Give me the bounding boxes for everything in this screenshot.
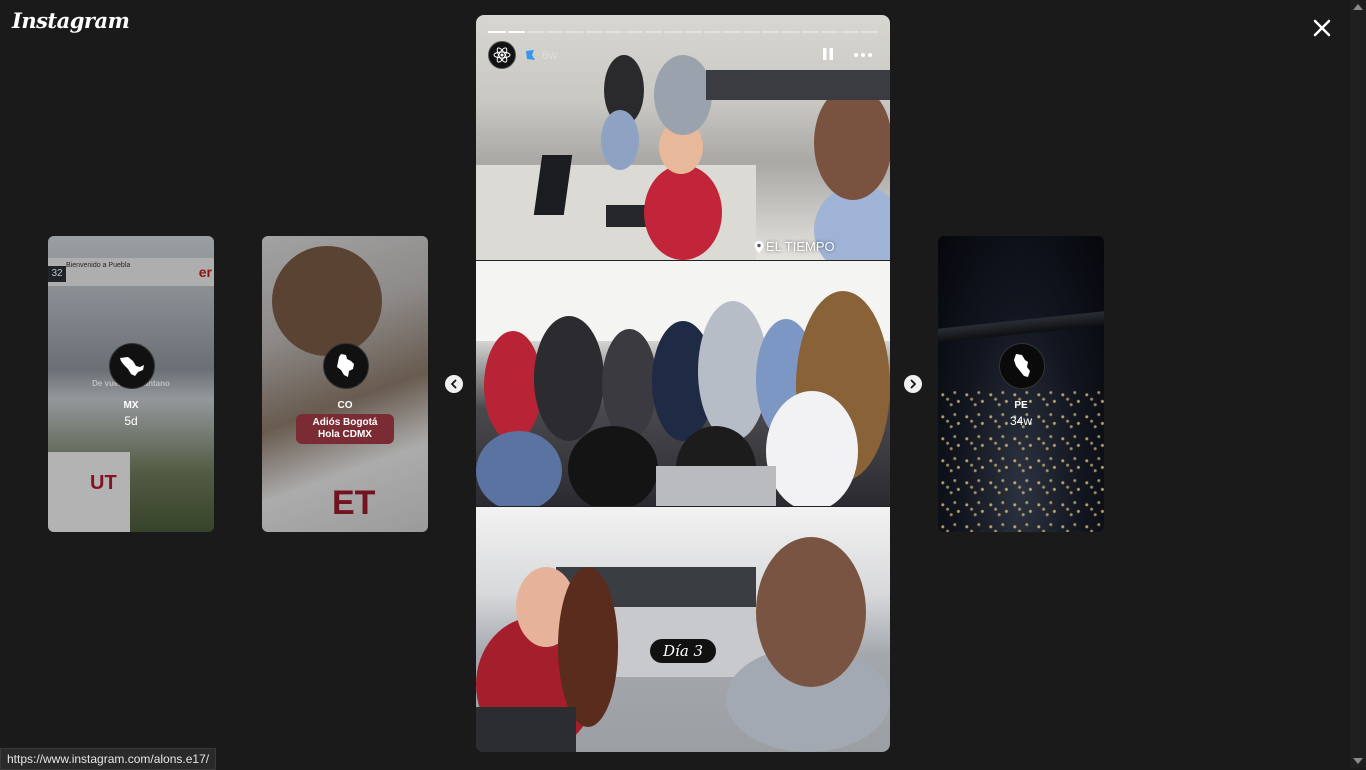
progress-segment	[488, 31, 506, 33]
close-button[interactable]	[1306, 12, 1338, 44]
selfie-face	[814, 85, 890, 200]
hair	[558, 567, 618, 727]
link-status-url: https://www.instagram.com/alons.e17/	[0, 748, 217, 770]
person	[568, 426, 658, 506]
progress-segment	[644, 31, 663, 33]
verified-badge	[524, 48, 536, 66]
person	[644, 165, 722, 260]
progress-segment	[762, 31, 780, 33]
preview-username: MX	[123, 400, 139, 411]
progress-segment	[723, 31, 741, 33]
laptop	[656, 466, 776, 506]
avatar	[323, 343, 369, 389]
location-pin-icon	[754, 240, 764, 253]
progress-segment	[507, 31, 526, 33]
more-icon	[868, 53, 872, 57]
laptop	[476, 707, 576, 752]
story-header: 6w	[488, 41, 878, 69]
mexico-map-icon	[120, 357, 144, 376]
airplane-wing	[938, 311, 1104, 343]
avatar	[109, 343, 155, 389]
verified-icon	[526, 50, 535, 60]
progress-segment	[625, 31, 643, 33]
progress-segment	[605, 31, 624, 33]
story-preview-pe[interactable]: PE 34w	[938, 236, 1104, 532]
more-icon	[854, 53, 858, 57]
story-progress-bar	[488, 31, 878, 33]
scroll-up-arrow[interactable]	[1353, 4, 1363, 10]
pause-button[interactable]	[822, 47, 834, 66]
progress-segment	[821, 31, 839, 33]
person	[534, 316, 604, 441]
progress-segment	[683, 31, 702, 33]
peru-map-icon	[1014, 354, 1030, 377]
preview-age: 34w	[1009, 414, 1032, 428]
monitors-row	[706, 70, 890, 100]
progress-segment	[585, 31, 604, 33]
story-preview-mx[interactable]: Bienvenido a Puebla 32 er De vuelta al p…	[48, 236, 214, 532]
active-story[interactable]: 6w EL TIEMPO Día 3	[476, 15, 890, 752]
next-story-button[interactable]	[904, 375, 922, 393]
progress-segment	[546, 31, 565, 33]
location-sticker[interactable]: EL TIEMPO	[754, 239, 835, 254]
progress-segment	[527, 31, 545, 33]
page-scrollbar[interactable]	[1350, 0, 1366, 768]
colombia-map-icon	[337, 354, 354, 377]
person	[766, 391, 858, 506]
story-author-avatar[interactable]	[488, 41, 516, 69]
more-icon	[861, 53, 865, 57]
person	[601, 110, 639, 170]
selfie-face	[756, 537, 866, 687]
sticker-line-2: Hola CDMX	[318, 429, 372, 440]
location-name: EL TIEMPO	[766, 239, 835, 254]
progress-segment	[742, 31, 761, 33]
progress-segment	[860, 31, 878, 33]
story-preview-co[interactable]: ET CO 6d Adiós Bogotá Hola CDMX	[262, 236, 428, 532]
atom-icon	[493, 47, 511, 63]
progress-segment	[664, 31, 682, 33]
person	[476, 431, 562, 506]
preview-username: PE	[1014, 400, 1028, 411]
progress-segment	[781, 31, 800, 33]
person	[602, 329, 657, 439]
progress-segment	[566, 31, 584, 33]
progress-segment	[703, 31, 722, 33]
story-photo-2	[476, 261, 890, 506]
avatar	[999, 343, 1045, 389]
chevron-left-icon	[451, 379, 457, 389]
chevron-right-icon	[910, 379, 916, 389]
caption-sticker: Adiós Bogotá Hola CDMX	[296, 414, 394, 444]
day-sticker: Día 3	[650, 639, 717, 663]
sticker-line-1: Adiós Bogotá	[312, 417, 378, 428]
progress-segment	[801, 31, 820, 33]
pause-icon	[823, 48, 833, 60]
close-icon	[1313, 19, 1331, 37]
preview-username: CO	[337, 400, 353, 411]
more-options-button[interactable]	[854, 53, 872, 57]
story-photo-3	[476, 507, 890, 752]
progress-segment	[840, 31, 859, 33]
instagram-logo[interactable]: Instagram	[12, 8, 130, 33]
scroll-down-arrow[interactable]	[1353, 758, 1363, 764]
preview-age: 5d	[124, 414, 138, 428]
previous-story-button[interactable]	[445, 375, 463, 393]
story-age: 6w	[542, 48, 558, 62]
